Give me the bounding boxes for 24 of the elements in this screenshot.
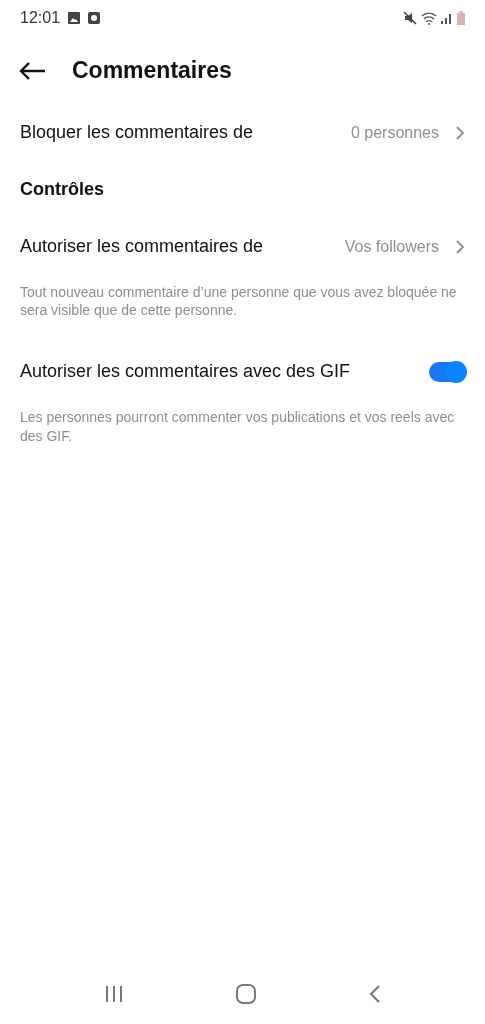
recent-apps-icon[interactable] bbox=[104, 985, 123, 1003]
chevron-icon bbox=[455, 124, 465, 141]
row-label: Autoriser les commentaires de bbox=[20, 235, 264, 258]
section-heading: Contrôles bbox=[19, 178, 105, 201]
toggle-label: Autoriser les commentaires avec des GIF bbox=[20, 360, 351, 384]
row-label: Bloquer les commentaires de bbox=[20, 121, 254, 144]
page-title: Commentaires bbox=[72, 55, 232, 85]
row-value: Vos followers bbox=[344, 236, 439, 257]
status-time: 12:01 bbox=[20, 8, 61, 28]
notification-icon bbox=[88, 12, 101, 24]
home-icon[interactable] bbox=[235, 984, 256, 1004]
back-icon[interactable] bbox=[368, 985, 381, 1003]
wifi-icon bbox=[421, 11, 437, 25]
row-value: 0 personnes bbox=[350, 122, 439, 143]
helper-text: Tout nouveau commentaire d’une personne que vous avez bloquée ne sera visible que de cette personne. bbox=[19, 283, 458, 321]
battery-icon bbox=[457, 11, 465, 25]
chevron-icon bbox=[455, 238, 465, 255]
helper-text: Les personnes pourront commenter vos publications et vos reels avec des GIF. bbox=[19, 408, 456, 446]
mute-icon bbox=[403, 11, 417, 25]
toggle-switch[interactable] bbox=[429, 361, 465, 382]
settings-row[interactable]: Bloquer les commentaires de 0 personnes bbox=[0, 104, 485, 161]
image-icon bbox=[68, 12, 81, 24]
settings-row[interactable]: Autoriser les commentaires de Vos followers bbox=[0, 218, 485, 275]
signal-icon bbox=[441, 12, 453, 24]
